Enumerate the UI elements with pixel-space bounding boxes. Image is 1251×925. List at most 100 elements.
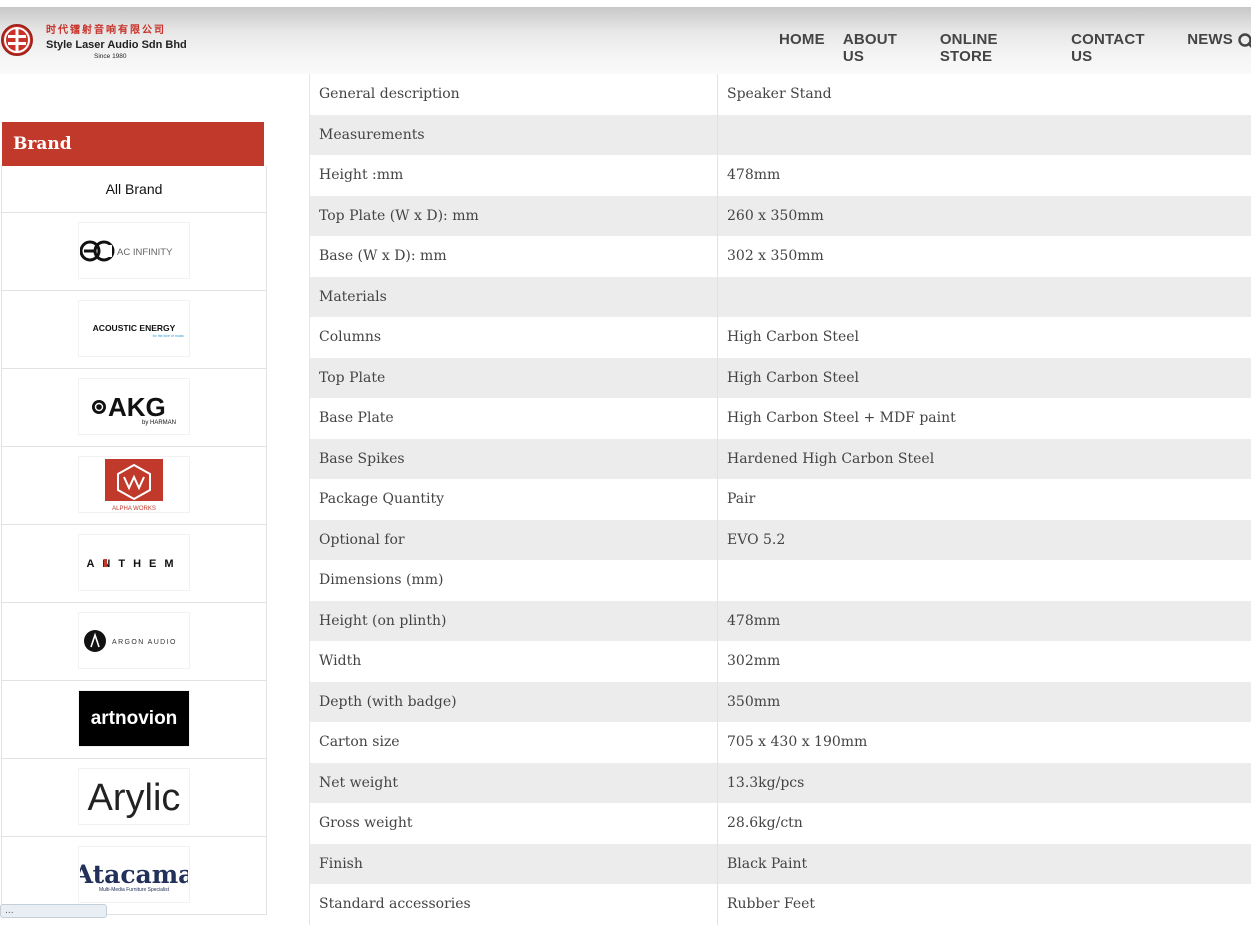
spec-label: General description	[310, 74, 718, 115]
atacama-logo-text: Atacama	[80, 860, 188, 889]
anthem-logo[interactable]: ANTHEM	[79, 535, 189, 590]
spec-value: Hardened High Carbon Steel	[718, 439, 1251, 480]
anthem-logo-text: ANTHEM	[86, 558, 181, 570]
all-brand-link[interactable]: All Brand	[2, 166, 266, 213]
spec-row: Optional forEVO 5.2	[310, 520, 1251, 561]
akg-logo[interactable]: AKG by HARMAN	[79, 379, 189, 434]
spec-value: 302 x 350mm	[718, 236, 1251, 277]
company-name-en[interactable]: Style Laser Audio Sdn Bhd	[46, 39, 187, 51]
spec-label: Base Plate	[310, 398, 718, 439]
brand-heading: Brand	[2, 122, 264, 166]
spec-row: Package QuantityPair	[310, 479, 1251, 520]
arylic-logo-text: Arylic	[88, 777, 181, 819]
atacama-logo[interactable]: Atacama Multi-Media Furniture Specialist	[79, 847, 189, 902]
spec-label: Measurements	[310, 115, 718, 156]
brand-item-artnovion[interactable]: artnovion	[2, 681, 266, 759]
main-nav: HOME ABOUT US ONLINE STORE CONTACT US NE…	[779, 31, 1251, 65]
spec-row: Top Plate (W x D): mm260 x 350mm	[310, 196, 1251, 237]
nav-contact-us[interactable]: CONTACT US	[1071, 31, 1169, 65]
acoustic-energy-tagline: for the love of music	[153, 334, 185, 338]
brand-item-alpha-works[interactable]: ALPHA WORKS	[2, 447, 266, 525]
alpha-works-logo[interactable]: ALPHA WORKS	[79, 457, 189, 512]
spec-row: Base SpikesHardened High Carbon Steel	[310, 439, 1251, 480]
top-strip	[0, 0, 1251, 7]
spec-row: FinishBlack Paint	[310, 844, 1251, 885]
spec-table: General descriptionSpeaker StandMeasurem…	[309, 74, 1251, 925]
artnovion-logo[interactable]: artnovion	[79, 691, 189, 746]
spec-label: Base (W x D): mm	[310, 236, 718, 277]
spec-value: 302mm	[718, 641, 1251, 682]
brand-item-anthem[interactable]: ANTHEM	[2, 525, 266, 603]
spec-row: Height :mm478mm	[310, 155, 1251, 196]
search-icon[interactable]	[1237, 32, 1251, 52]
spec-value: 28.6kg/ctn	[718, 803, 1251, 844]
akg-logo-sub: by HARMAN	[142, 420, 176, 426]
atacama-tagline: Multi-Media Furniture Specialist	[99, 887, 170, 893]
spec-value: 478mm	[718, 155, 1251, 196]
spec-row: Depth (with badge)350mm	[310, 682, 1251, 723]
spec-value	[718, 277, 1251, 318]
spec-table-container: General descriptionSpeaker StandMeasurem…	[309, 74, 1251, 925]
spec-row: Height (on plinth)478mm	[310, 601, 1251, 642]
spec-row: Net weight13.3kg/pcs	[310, 763, 1251, 804]
spec-value: 705 x 430 x 190mm	[718, 722, 1251, 763]
spec-value: High Carbon Steel + MDF paint	[718, 398, 1251, 439]
spec-value: EVO 5.2	[718, 520, 1251, 561]
spec-value: 350mm	[718, 682, 1251, 723]
spec-row: Width302mm	[310, 641, 1251, 682]
nav-online-store[interactable]: ONLINE STORE	[940, 31, 1053, 65]
browser-status-url: ...	[0, 904, 107, 918]
spec-row: Carton size705 x 430 x 190mm	[310, 722, 1251, 763]
argon-audio-logo-text: ARGON AUDIO	[112, 639, 177, 646]
nav-news[interactable]: NEWS	[1187, 31, 1233, 65]
ac-infinity-logo-text: AC INFINITY	[117, 247, 173, 258]
spec-value: 260 x 350mm	[718, 196, 1251, 237]
spec-value: Black Paint	[718, 844, 1251, 885]
spec-label: Columns	[310, 317, 718, 358]
spec-row: Gross weight28.6kg/ctn	[310, 803, 1251, 844]
brand-item-ac-infinity[interactable]: AC INFINITY	[2, 213, 266, 291]
spec-label: Height :mm	[310, 155, 718, 196]
arylic-logo[interactable]: Arylic	[79, 769, 189, 824]
brand-item-arylic[interactable]: Arylic	[2, 759, 266, 837]
spec-label: Materials	[310, 277, 718, 318]
spec-value	[718, 115, 1251, 156]
spec-value: High Carbon Steel	[718, 317, 1251, 358]
company-since: Since 1980	[94, 53, 127, 60]
spec-label: Width	[310, 641, 718, 682]
spec-row: Base PlateHigh Carbon Steel + MDF paint	[310, 398, 1251, 439]
nav-home[interactable]: HOME	[779, 31, 825, 65]
spec-value: High Carbon Steel	[718, 358, 1251, 399]
spec-row: Standard accessoriesRubber Feet	[310, 884, 1251, 925]
spec-label: Top Plate (W x D): mm	[310, 196, 718, 237]
brand-list: All Brand AC INFINITY ACOUSTIC ENERGY fo…	[1, 166, 267, 915]
spec-label: Top Plate	[310, 358, 718, 399]
brand-sidebar: Brand All Brand AC INFINITY ACOUSTIC ENE…	[0, 74, 265, 914]
company-name-cn[interactable]: 时代镭射音响有限公司	[46, 21, 166, 36]
acoustic-energy-logo-text: ACOUSTIC ENERGY	[93, 323, 176, 333]
spec-row: Materials	[310, 277, 1251, 318]
spec-label: Net weight	[310, 763, 718, 804]
spec-row: General descriptionSpeaker Stand	[310, 74, 1251, 115]
spec-label: Carton size	[310, 722, 718, 763]
spec-value: Pair	[718, 479, 1251, 520]
artnovion-logo-text: artnovion	[91, 708, 178, 729]
brand-item-argon-audio[interactable]: ARGON AUDIO	[2, 603, 266, 681]
spec-row: Base (W x D): mm302 x 350mm	[310, 236, 1251, 277]
akg-logo-text: AKG	[108, 392, 166, 422]
spec-row: ColumnsHigh Carbon Steel	[310, 317, 1251, 358]
spec-value: 13.3kg/pcs	[718, 763, 1251, 804]
spec-label: Optional for	[310, 520, 718, 561]
nav-about-us[interactable]: ABOUT US	[843, 31, 922, 65]
brand-item-akg[interactable]: AKG by HARMAN	[2, 369, 266, 447]
spec-row: Measurements	[310, 115, 1251, 156]
ac-infinity-logo[interactable]: AC INFINITY	[79, 223, 189, 278]
company-logo-icon[interactable]	[1, 24, 33, 56]
spec-value: 478mm	[718, 601, 1251, 642]
argon-audio-logo[interactable]: ARGON AUDIO	[79, 613, 189, 668]
brand-item-acoustic-energy[interactable]: ACOUSTIC ENERGY for the love of music	[2, 291, 266, 369]
spec-label: Package Quantity	[310, 479, 718, 520]
site-header: 时代镭射音响有限公司 Style Laser Audio Sdn Bhd Sin…	[0, 7, 1251, 74]
acoustic-energy-logo[interactable]: ACOUSTIC ENERGY for the love of music	[79, 301, 189, 356]
spec-value	[718, 560, 1251, 601]
